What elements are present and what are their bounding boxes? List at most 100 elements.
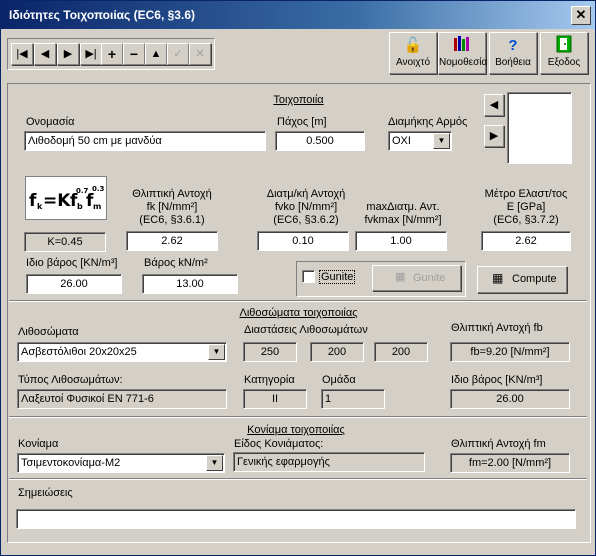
- post-record-button[interactable]: ✓: [167, 43, 189, 65]
- chevron-down-icon[interactable]: ▼: [433, 133, 450, 149]
- mortar-section-title: Κονίαμα τοιχοποιίας: [247, 424, 345, 436]
- fvko-label-2: fvko [N/mm²]: [274, 201, 338, 213]
- divider: [9, 300, 587, 302]
- next-record-button[interactable]: ▶: [57, 43, 79, 65]
- last-record-button[interactable]: ▶|: [80, 43, 102, 65]
- thickness-label: Πάχος [m]: [277, 116, 327, 128]
- fk-field[interactable]: 2.62: [126, 231, 218, 251]
- elastic-modulus-label-2: E [GPa]: [506, 201, 546, 213]
- fk-label-3: (EC6, §3.6.1): [139, 214, 205, 226]
- exit-icon: [541, 35, 587, 57]
- joint-label: Διαμήκης Αρμός: [388, 116, 468, 128]
- compute-button-label: Compute: [512, 273, 557, 285]
- divider: [9, 478, 587, 480]
- chevron-down-icon[interactable]: ▼: [206, 455, 223, 471]
- dimension-length: 250: [243, 342, 297, 362]
- compute-button[interactable]: ▦ Compute: [477, 266, 567, 293]
- fvko-label: Διατμ/κή Αντοχή: [266, 188, 346, 200]
- image-prev-button[interactable]: ◀: [484, 94, 504, 116]
- legislation-button[interactable]: Νομοθεσία: [438, 32, 488, 74]
- svg-text:m: m: [93, 202, 101, 211]
- cancel-record-button[interactable]: ✕: [189, 43, 211, 65]
- image-next-button[interactable]: ▶: [484, 125, 504, 147]
- name-field[interactable]: Λιθοδομή 50 cm με μανδύα: [24, 131, 266, 151]
- k-value: K=0.45: [24, 232, 106, 252]
- fb-value: fb=9.20 [N/mm²]: [450, 342, 570, 362]
- mortar-value: Τσιμεντοκονίαμα-M2: [21, 457, 121, 469]
- formula-image: f k =K f b 0.7 f m 0.3: [25, 176, 107, 220]
- unit-weight-label: Ιδιο βάρος [KN/m³]: [451, 374, 543, 386]
- dimensions-label: Διαστάσεις Λιθοσωμάτων: [244, 324, 368, 336]
- elastic-modulus-label: Μέτρο Ελαστ/τος: [484, 188, 568, 200]
- gunite-checkbox-label[interactable]: Gunite: [319, 270, 356, 284]
- notes-field[interactable]: [16, 509, 576, 529]
- fvkmax-label: maxΔιατμ. Αντ.: [366, 201, 440, 213]
- elastic-modulus-label-3: (EC6, §3.7.2): [493, 214, 559, 226]
- mortar-select[interactable]: Τσιμεντοκονίαμα-M2 ▼: [17, 453, 225, 473]
- svg-text:0.3: 0.3: [92, 185, 105, 193]
- fvkmax-label-2: fvkmax [N/mm²]: [364, 214, 442, 226]
- exit-button-label: Εξοδος: [547, 57, 581, 68]
- fk-label: Θλιπτική Αντοχή: [132, 188, 212, 200]
- unit-weight-value: 26.00: [450, 389, 570, 409]
- divider: [9, 416, 587, 418]
- self-weight-label: Ιδιο βάρος [KN/m³]: [26, 257, 118, 269]
- gunite-button-label: Gunite: [413, 272, 446, 284]
- calculator-icon: ▦: [395, 271, 406, 283]
- elastic-modulus-field[interactable]: 2.62: [481, 231, 571, 251]
- mortar-label: Κονίαμα: [18, 438, 59, 450]
- fm-label: Θλιπτική Αντοχή fm: [451, 438, 546, 450]
- edit-record-button[interactable]: ▲: [145, 43, 167, 65]
- delete-record-button[interactable]: −: [123, 43, 145, 65]
- mortar-kind-label: Είδος Κονιάματος:: [234, 438, 324, 450]
- units-section-title: Λιθοσώματα τοιχοποιίας: [239, 307, 358, 319]
- masonry-properties-window: Ιδιότητες Τοιχοποιίας (EC6, §3.6) ✕ |◀ ◀…: [0, 0, 596, 556]
- group-label: Ομάδα: [322, 374, 356, 386]
- unit-type-text: Λαξευτοί Φυσικοί EN 771-6: [21, 393, 154, 405]
- help-icon: ?: [508, 37, 518, 54]
- name-label: Ονομασία: [26, 116, 75, 128]
- open-button[interactable]: 🔓 Ανοιχτό: [389, 32, 437, 74]
- dimension-width: 200: [310, 342, 364, 362]
- open-button-label: Ανοιχτό: [395, 57, 431, 68]
- books-icon: [439, 35, 485, 57]
- gunite-checkbox[interactable]: [302, 270, 315, 283]
- first-record-button[interactable]: |◀: [11, 43, 33, 65]
- unit-type-value: Λαξευτοί Φυσικοί EN 771-6: [17, 389, 227, 409]
- category-label: Κατηγορία: [244, 374, 295, 386]
- joint-select[interactable]: ΟΧΙ ▼: [388, 131, 452, 151]
- fk-label-2: fk [N/mm²]: [146, 201, 198, 213]
- weight-label: Βάρος kN/m²: [144, 257, 208, 269]
- lock-icon: 🔓: [403, 37, 423, 54]
- mortar-kind-text: Γενικής εφαρμογής: [237, 456, 330, 468]
- fb-label: Θλιπτική Αντοχή fb: [451, 322, 543, 334]
- exit-button[interactable]: Εξοδος: [540, 32, 588, 74]
- help-button-label: Βοήθεια: [495, 57, 531, 68]
- chevron-down-icon[interactable]: ▼: [208, 344, 225, 360]
- units-label: Λιθοσώματα: [18, 326, 79, 338]
- dimension-height: 200: [374, 342, 428, 362]
- close-button[interactable]: ✕: [571, 6, 591, 25]
- fvkmax-field[interactable]: 1.00: [355, 231, 447, 251]
- gunite-button[interactable]: ▦ Gunite: [372, 265, 461, 291]
- group-value: 1: [321, 389, 385, 409]
- notes-label: Σημειώσεις: [18, 487, 73, 499]
- unit-type-label: Τύπος Λιθοσωμάτων:: [18, 374, 123, 386]
- svg-text:f: f: [29, 191, 37, 211]
- mortar-kind-value: Γενικής εφαρμογής: [233, 452, 425, 472]
- category-value: II: [243, 389, 307, 409]
- formula-icon: f k =K f b 0.7 f m 0.3: [29, 185, 105, 211]
- prev-record-button[interactable]: ◀: [34, 43, 56, 65]
- legislation-button-label: Νομοθεσία: [439, 57, 488, 68]
- self-weight-field[interactable]: 26.00: [26, 274, 122, 294]
- add-record-button[interactable]: +: [101, 43, 123, 65]
- help-button[interactable]: ? Βοήθεια: [489, 32, 537, 74]
- image-preview: [507, 92, 572, 164]
- thickness-field[interactable]: 0.500: [275, 131, 365, 151]
- window-title: Ιδιότητες Τοιχοποιίας (EC6, §3.6): [9, 8, 195, 22]
- masonry-section-title: Τοιχοποιία: [273, 94, 324, 106]
- units-select[interactable]: Ασβεστόλιθοι 20x20x25 ▼: [17, 342, 227, 362]
- weight-field[interactable]: 13.00: [142, 274, 238, 294]
- fvko-field[interactable]: 0.10: [257, 231, 349, 251]
- svg-text:=K: =K: [43, 191, 71, 211]
